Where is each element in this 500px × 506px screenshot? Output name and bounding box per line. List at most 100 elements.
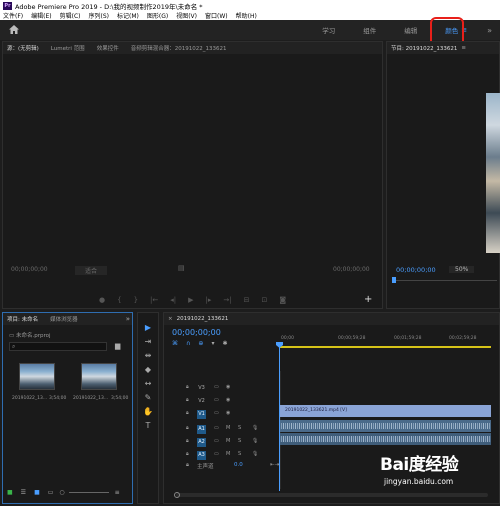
solo-button[interactable]: S: [238, 438, 241, 444]
tab-project[interactable]: 项目: 未命名: [7, 315, 38, 323]
slip-tool-icon[interactable]: ↔: [143, 379, 153, 389]
clip-thumbnail-2[interactable]: [81, 363, 117, 390]
mark-in-icon[interactable]: {: [117, 296, 121, 304]
project-search-input[interactable]: ⌕: [9, 342, 107, 351]
track-label-v1[interactable]: V1: [197, 410, 206, 419]
menu-help[interactable]: 帮助(H): [236, 11, 257, 20]
track-output-icon[interactable]: ▭: [214, 410, 219, 416]
track-label-a2[interactable]: A2: [197, 438, 206, 447]
track-lock-icon[interactable]: 🔒︎: [186, 451, 189, 457]
program-scrub-bar[interactable]: [393, 280, 497, 281]
sort-icon[interactable]: ≡: [115, 489, 120, 496]
menu-edit[interactable]: 编辑(E): [31, 11, 51, 20]
tab-effect-controls[interactable]: 效果控件: [97, 44, 119, 52]
tab-sequence[interactable]: 20191022_133621: [177, 316, 229, 322]
add-marker-icon[interactable]: ●: [99, 296, 105, 304]
solo-button[interactable]: S: [238, 425, 241, 431]
tab-media-browser[interactable]: 媒体浏览器: [50, 315, 78, 323]
wrench-icon[interactable]: ✱: [222, 340, 227, 347]
microphone-icon[interactable]: 🎙︎: [252, 451, 258, 457]
step-forward-icon[interactable]: |▸: [206, 296, 212, 304]
zoom-slider[interactable]: [68, 492, 109, 493]
eye-icon[interactable]: ◉: [226, 384, 230, 390]
track-output-icon[interactable]: ▭: [214, 384, 219, 390]
type-tool-icon[interactable]: T: [143, 421, 153, 431]
menu-window[interactable]: 窗口(W): [205, 11, 228, 20]
step-back-icon[interactable]: ◂|: [170, 296, 176, 304]
workspace-tab-color[interactable]: 颜色: [445, 25, 458, 35]
snap-icon[interactable]: ∩: [186, 340, 190, 347]
selection-tool-icon[interactable]: ▶: [143, 323, 153, 333]
audio-clip-a1[interactable]: [279, 420, 491, 432]
master-volume-value[interactable]: 0.0: [234, 462, 243, 468]
tab-lumetri-scopes[interactable]: Lumetri 范围: [51, 44, 85, 52]
clip-thumbnail-1[interactable]: [19, 363, 55, 390]
linked-selection-icon[interactable]: ⊕: [198, 340, 203, 347]
menu-clip[interactable]: 剪辑(C): [60, 11, 81, 20]
go-to-out-icon[interactable]: →|: [223, 296, 231, 304]
track-label-a3[interactable]: A3: [197, 451, 206, 460]
program-zoom-dropdown[interactable]: 50%: [449, 266, 475, 273]
mute-button[interactable]: M: [226, 425, 230, 431]
lock-icon[interactable]: ■: [7, 489, 13, 496]
new-bin-icon[interactable]: ▆: [115, 342, 120, 350]
microphone-icon[interactable]: 🎙︎: [252, 438, 258, 444]
tab-source[interactable]: 源：(无剪辑): [7, 44, 39, 52]
list-view-icon[interactable]: ☰: [21, 489, 26, 496]
track-lock-icon[interactable]: 🔒︎: [186, 410, 189, 416]
pen-tool-icon[interactable]: ✎: [143, 393, 153, 403]
menu-marker[interactable]: 标记(M): [117, 11, 139, 20]
track-lock-icon[interactable]: 🔒︎: [186, 384, 189, 390]
source-fit-dropdown[interactable]: 适合: [75, 266, 108, 275]
mark-out-icon[interactable]: }: [134, 296, 138, 304]
timeline-playhead[interactable]: [279, 343, 280, 491]
nest-icon[interactable]: ⌘: [172, 340, 178, 347]
track-label-v2[interactable]: V2: [197, 397, 206, 406]
add-button-icon[interactable]: +: [364, 294, 372, 305]
track-label-v3[interactable]: V3: [197, 384, 206, 393]
track-label-a1[interactable]: A1: [197, 425, 206, 434]
track-lock-icon[interactable]: 🔒︎: [186, 462, 189, 469]
solo-button[interactable]: S: [238, 451, 241, 457]
menu-file[interactable]: 文件(F): [3, 11, 23, 20]
track-lock-icon[interactable]: 🔒︎: [186, 425, 189, 431]
mute-button[interactable]: M: [226, 438, 230, 444]
microphone-icon[interactable]: 🎙︎: [252, 425, 258, 431]
go-to-in-icon[interactable]: |←: [150, 296, 158, 304]
workspace-menu-icon[interactable]: ≡: [461, 26, 467, 34]
track-output-icon[interactable]: ▭: [214, 397, 219, 403]
eye-icon[interactable]: ◉: [226, 397, 230, 403]
source-timecode-in[interactable]: 00;00;00;00: [11, 266, 48, 273]
marker-icon[interactable]: ▾: [211, 340, 214, 347]
audio-clip-a2[interactable]: [279, 433, 491, 445]
source-settings-icon[interactable]: ▤: [178, 264, 185, 272]
overwrite-icon[interactable]: ⊡: [262, 296, 268, 304]
export-frame-icon[interactable]: ◙: [279, 296, 286, 304]
ripple-edit-tool-icon[interactable]: ⇹: [143, 351, 153, 361]
scrollbar-handle[interactable]: [174, 492, 180, 498]
icon-view-icon[interactable]: ■: [34, 489, 40, 496]
workspace-overflow-icon[interactable]: »: [487, 26, 492, 35]
panel-overflow-icon[interactable]: »: [126, 315, 130, 323]
video-clip[interactable]: 20191022_133621.mp4 [V]: [279, 405, 491, 417]
menu-sequence[interactable]: 序列(S): [89, 11, 110, 20]
program-timecode[interactable]: 00;00;00;00: [396, 266, 436, 274]
eye-icon[interactable]: ◉: [226, 410, 230, 416]
track-output-icon[interactable]: ▭: [214, 451, 219, 457]
source-timecode-out[interactable]: 00;00;00;00: [333, 266, 370, 273]
mute-button[interactable]: M: [226, 451, 230, 457]
track-lock-icon[interactable]: 🔒︎: [186, 397, 189, 403]
program-playhead-marker[interactable]: [392, 277, 396, 283]
workspace-tab-learn[interactable]: 学习: [322, 25, 335, 35]
close-icon[interactable]: ×: [168, 316, 173, 322]
track-output-icon[interactable]: ▭: [214, 425, 219, 431]
play-icon[interactable]: ▶: [188, 296, 193, 304]
program-menu-icon[interactable]: ≡: [461, 45, 466, 51]
track-select-tool-icon[interactable]: ⇥: [143, 337, 153, 347]
hand-tool-icon[interactable]: ✋: [143, 407, 153, 417]
workspace-tab-editing[interactable]: 编辑: [404, 25, 417, 35]
nav-arrows-icon[interactable]: ⇤⇥: [270, 462, 279, 468]
work-area-bar[interactable]: [280, 346, 491, 348]
track-lock-icon[interactable]: 🔒︎: [186, 438, 189, 444]
freeform-view-icon[interactable]: ▭: [48, 489, 54, 496]
